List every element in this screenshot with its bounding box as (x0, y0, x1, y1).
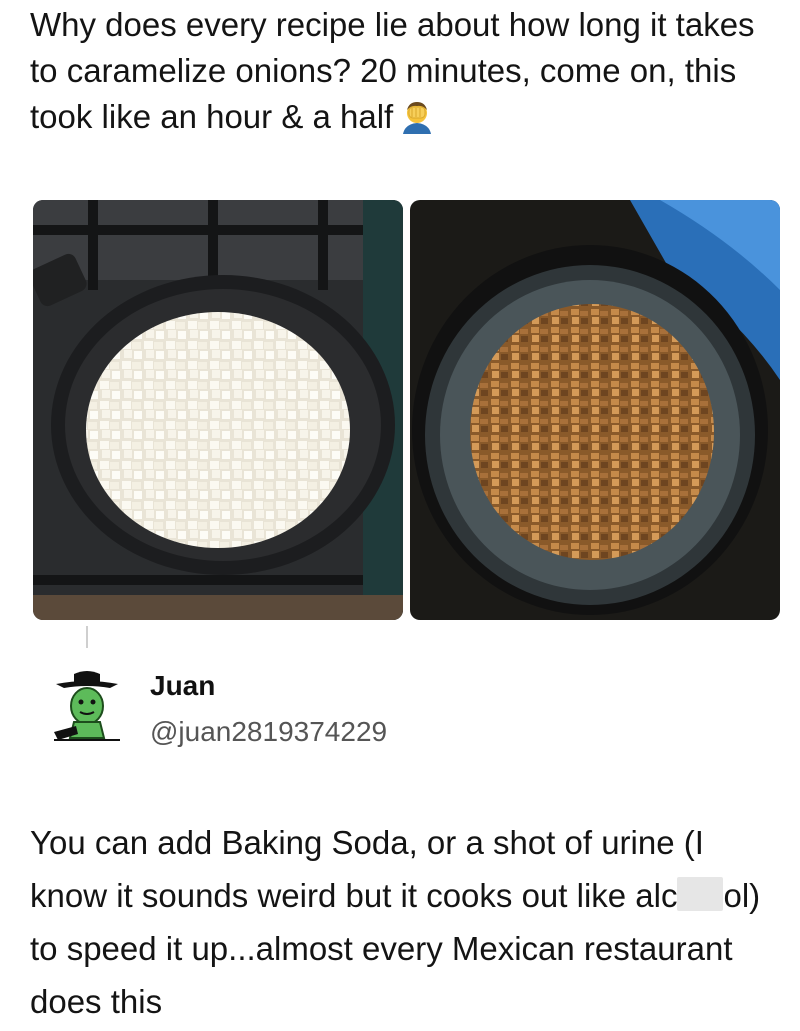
user-handle[interactable]: @juan2819374229 (150, 716, 387, 748)
caramelized-onions-image (410, 200, 780, 620)
thread-connector-line (86, 626, 88, 648)
photo-raw-onions[interactable] (33, 200, 403, 620)
facepalm-icon (399, 98, 435, 134)
reply-tweet: Juan @juan2819374229 You can add Baking … (0, 648, 800, 1031)
reply-text: You can add Baking Soda, or a shot of ur… (30, 816, 790, 1028)
display-name[interactable]: Juan (150, 670, 215, 702)
reply-text-part-1: You can add Baking Soda, or a shot of ur… (30, 824, 704, 914)
redaction-box (677, 877, 724, 911)
post-text: Why does every recipe lie about how long… (30, 2, 785, 140)
post-text-content: Why does every recipe lie about how long… (30, 6, 755, 135)
user-avatar[interactable] (50, 668, 124, 742)
photo-caramelized-onions[interactable] (410, 200, 780, 620)
raw-onions-image (33, 200, 403, 620)
